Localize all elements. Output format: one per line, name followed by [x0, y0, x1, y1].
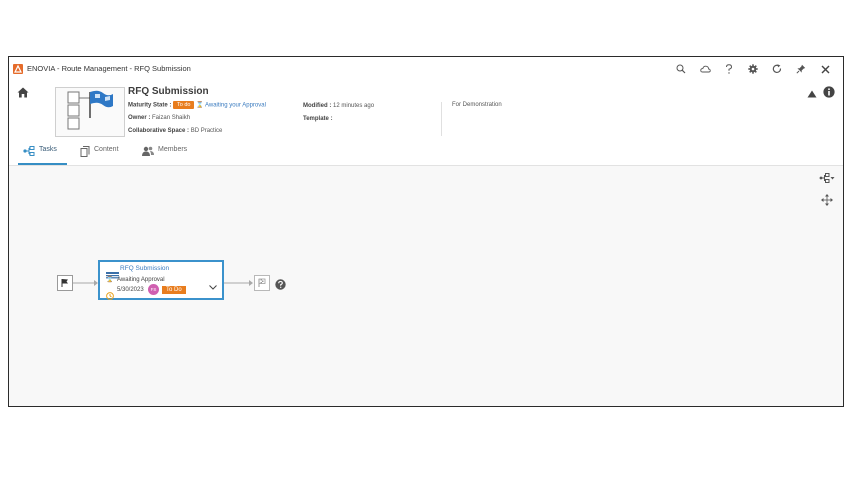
task-status: Awaiting Approval [117, 277, 165, 283]
task-title[interactable]: RFQ Submission [120, 265, 169, 272]
move-icon[interactable] [821, 193, 833, 211]
connector-start [73, 280, 98, 286]
home-icon[interactable] [17, 85, 29, 103]
window-title: ENOVIA - Route Management - RFQ Submissi… [27, 64, 191, 73]
modified-field: Modified : 12 minutes ago [303, 103, 374, 109]
modified-value: 12 minutes ago [333, 103, 375, 109]
enovia-logo-icon [13, 64, 23, 74]
description-block: For Demonstration [441, 102, 502, 136]
cloud-icon[interactable] [693, 61, 717, 77]
template-field: Template : [303, 116, 333, 122]
tab-members[interactable]: Members [142, 146, 187, 165]
maturity-label: Maturity State : [128, 102, 172, 109]
task-due-date: 5/30/2023 [117, 287, 144, 293]
task-card[interactable]: RFQ Submission ⌛ Awaiting Approval 5/30/… [98, 260, 224, 300]
help-icon[interactable] [717, 61, 741, 77]
header-actions [807, 85, 835, 103]
info-icon[interactable] [823, 85, 835, 103]
maturity-badge[interactable]: To do [173, 101, 195, 109]
template-label: Template : [303, 116, 333, 122]
chevron-down-icon[interactable] [209, 277, 217, 295]
hourglass-icon: ⌛ [196, 102, 204, 109]
end-node[interactable] [254, 275, 270, 291]
route-canvas[interactable]: RFQ Submission ⌛ Awaiting Approval 5/30/… [9, 166, 843, 406]
task-hourglass-icon: ⌛ [106, 277, 114, 283]
owner-field: Owner : Faizan Shaikh [128, 115, 190, 121]
content-icon [80, 146, 90, 159]
task-status-badge: To Do [162, 286, 186, 294]
awaiting-approval-link[interactable]: Awaiting your Approval [205, 103, 266, 109]
members-icon [142, 146, 154, 158]
question-circle-icon[interactable] [275, 277, 286, 295]
refresh-icon[interactable] [765, 61, 789, 77]
tab-tasks-label: Tasks [39, 146, 57, 153]
modified-label: Modified : [303, 103, 332, 109]
tasks-icon [23, 146, 35, 158]
object-header: RFQ Submission Maturity State : To do ⌛ … [9, 81, 843, 141]
assignee-avatar[interactable]: FS [148, 284, 159, 295]
layout-toggle-icon[interactable] [819, 170, 835, 188]
settings-icon[interactable] [741, 61, 765, 77]
start-node[interactable] [57, 275, 73, 291]
toolbar-icons [669, 61, 837, 77]
collab-value: BD Practice [190, 128, 223, 134]
tab-members-label: Members [158, 146, 188, 153]
route-thumbnail [55, 87, 125, 137]
collapse-header-icon[interactable] [807, 85, 817, 103]
app-window: ENOVIA - Route Management - RFQ Submissi… [8, 56, 844, 407]
title-bar: ENOVIA - Route Management - RFQ Submissi… [9, 57, 843, 81]
pin-icon[interactable] [789, 61, 813, 77]
description-text: For Demonstration [452, 102, 502, 108]
collab-space-field: Collaborative Space : BD Practice [128, 128, 222, 134]
object-title: RFQ Submission [128, 86, 209, 97]
collab-label: Collaborative Space : [128, 128, 190, 134]
owner-label: Owner : [128, 115, 151, 121]
search-icon[interactable] [669, 61, 693, 77]
due-date-clock-icon [106, 287, 114, 305]
owner-value: Faizan Shaikh [152, 115, 191, 121]
tab-bar: Tasks Content Members [9, 141, 843, 166]
close-icon[interactable] [813, 61, 837, 77]
tab-content[interactable]: Content [80, 146, 119, 165]
maturity-state-field: Maturity State : To do ⌛ Awaiting your A… [128, 101, 266, 109]
connector-end [224, 280, 253, 286]
tab-content-label: Content [94, 146, 119, 153]
tab-tasks[interactable]: Tasks [18, 146, 67, 165]
